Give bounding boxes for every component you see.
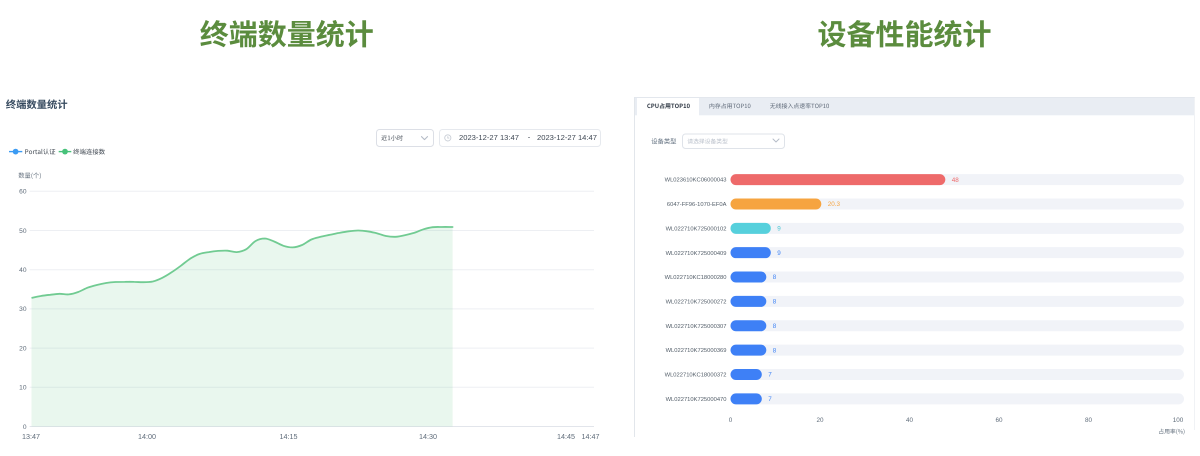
svg-text:50: 50 xyxy=(19,228,27,235)
svg-text:14:15: 14:15 xyxy=(280,432,298,441)
svg-text:WL022710K725000307: WL022710K725000307 xyxy=(666,324,727,330)
svg-text:60: 60 xyxy=(995,417,1003,424)
svg-text:14:45: 14:45 xyxy=(557,432,575,441)
svg-text:WL022710K725000272: WL022710K725000272 xyxy=(666,300,727,306)
svg-text:0: 0 xyxy=(729,417,733,424)
svg-text:13:47: 13:47 xyxy=(22,432,40,441)
svg-text:20.3: 20.3 xyxy=(828,201,841,208)
svg-text:WL023610KC06000043: WL023610KC06000043 xyxy=(665,178,727,184)
svg-text:8: 8 xyxy=(773,323,777,330)
svg-text:WL022710K725000470: WL022710K725000470 xyxy=(666,397,727,403)
svg-text:2023-12-27 13:47: 2023-12-27 13:47 xyxy=(459,133,519,142)
svg-text:7: 7 xyxy=(768,396,772,403)
svg-text:0: 0 xyxy=(23,424,27,431)
svg-text:8: 8 xyxy=(773,274,777,281)
svg-text:14:30: 14:30 xyxy=(419,432,437,441)
svg-text:6047-FF96-1070-EF0A: 6047-FF96-1070-EF0A xyxy=(667,202,727,208)
svg-text:40: 40 xyxy=(906,417,914,424)
svg-text:14:47: 14:47 xyxy=(582,432,600,441)
svg-text:WL022710KC18000372: WL022710KC18000372 xyxy=(665,373,727,379)
svg-text:20: 20 xyxy=(19,345,27,352)
svg-text:8: 8 xyxy=(773,347,777,354)
svg-text:WL022710K725000409: WL022710K725000409 xyxy=(666,251,727,257)
svg-text:60: 60 xyxy=(19,189,27,196)
svg-text:14:00: 14:00 xyxy=(138,432,156,441)
svg-text:40: 40 xyxy=(19,267,27,274)
svg-text:100: 100 xyxy=(1173,417,1184,424)
svg-text:30: 30 xyxy=(19,306,27,313)
svg-text:8: 8 xyxy=(773,299,777,306)
svg-text:10: 10 xyxy=(19,385,27,392)
svg-text:48: 48 xyxy=(952,177,960,184)
svg-text:20: 20 xyxy=(816,417,824,424)
svg-text:WL022710K725000369: WL022710K725000369 xyxy=(666,348,727,354)
svg-text:9: 9 xyxy=(777,226,781,233)
svg-text:WL022710KC18000280: WL022710KC18000280 xyxy=(665,275,727,281)
svg-text:WL022710K725000102: WL022710K725000102 xyxy=(666,226,727,232)
svg-text:80: 80 xyxy=(1085,417,1093,424)
svg-text:9: 9 xyxy=(777,250,781,257)
svg-text:7: 7 xyxy=(768,372,772,379)
svg-text:2023-12-27 14:47: 2023-12-27 14:47 xyxy=(537,133,597,142)
